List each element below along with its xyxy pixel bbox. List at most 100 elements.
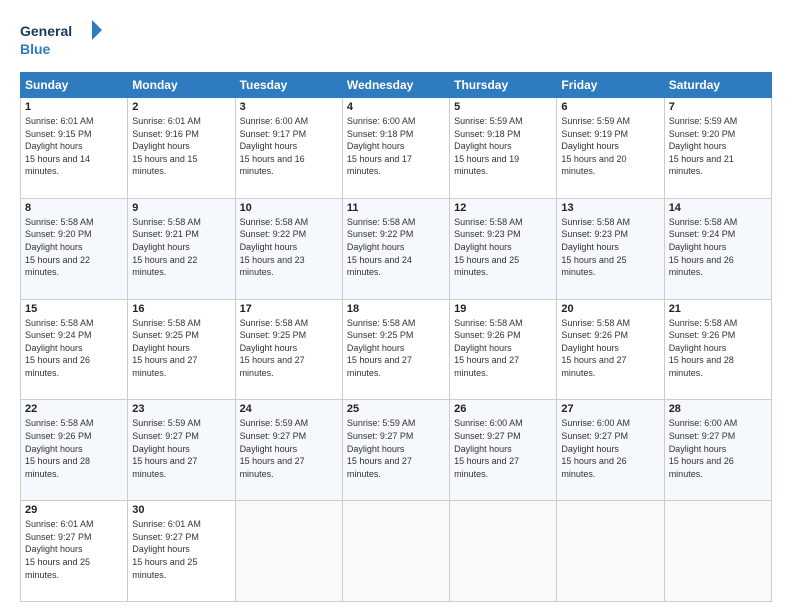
day-info: Sunrise: 6:01 AM Sunset: 9:27 PM Dayligh… bbox=[132, 518, 230, 581]
calendar-cell: 11 Sunrise: 5:58 AM Sunset: 9:22 PM Dayl… bbox=[342, 198, 449, 299]
calendar-cell: 17 Sunrise: 5:58 AM Sunset: 9:25 PM Dayl… bbox=[235, 299, 342, 400]
calendar-table: SundayMondayTuesdayWednesdayThursdayFrid… bbox=[20, 72, 772, 602]
day-number: 18 bbox=[347, 303, 445, 315]
day-number: 21 bbox=[669, 303, 767, 315]
calendar-cell: 22 Sunrise: 5:58 AM Sunset: 9:26 PM Dayl… bbox=[21, 400, 128, 501]
day-number: 16 bbox=[132, 303, 230, 315]
day-number: 27 bbox=[561, 403, 659, 415]
calendar-cell: 24 Sunrise: 5:59 AM Sunset: 9:27 PM Dayl… bbox=[235, 400, 342, 501]
calendar-cell: 16 Sunrise: 5:58 AM Sunset: 9:25 PM Dayl… bbox=[128, 299, 235, 400]
day-number: 1 bbox=[25, 101, 123, 113]
day-number: 14 bbox=[669, 202, 767, 214]
day-info: Sunrise: 6:00 AM Sunset: 9:27 PM Dayligh… bbox=[454, 417, 552, 480]
day-number: 25 bbox=[347, 403, 445, 415]
calendar-cell: 12 Sunrise: 5:58 AM Sunset: 9:23 PM Dayl… bbox=[450, 198, 557, 299]
svg-text:General: General bbox=[20, 23, 72, 39]
day-info: Sunrise: 6:01 AM Sunset: 9:15 PM Dayligh… bbox=[25, 115, 123, 178]
day-info: Sunrise: 5:59 AM Sunset: 9:20 PM Dayligh… bbox=[669, 115, 767, 178]
calendar-cell: 30 Sunrise: 6:01 AM Sunset: 9:27 PM Dayl… bbox=[128, 501, 235, 602]
day-number: 7 bbox=[669, 101, 767, 113]
calendar-cell: 21 Sunrise: 5:58 AM Sunset: 9:26 PM Dayl… bbox=[664, 299, 771, 400]
day-info: Sunrise: 5:58 AM Sunset: 9:22 PM Dayligh… bbox=[240, 216, 338, 279]
day-number: 15 bbox=[25, 303, 123, 315]
svg-text:Blue: Blue bbox=[20, 41, 51, 57]
day-number: 30 bbox=[132, 504, 230, 516]
calendar-cell: 20 Sunrise: 5:58 AM Sunset: 9:26 PM Dayl… bbox=[557, 299, 664, 400]
day-number: 22 bbox=[25, 403, 123, 415]
calendar-week-row: 1 Sunrise: 6:01 AM Sunset: 9:15 PM Dayli… bbox=[21, 98, 772, 199]
day-number: 12 bbox=[454, 202, 552, 214]
day-info: Sunrise: 5:59 AM Sunset: 9:27 PM Dayligh… bbox=[240, 417, 338, 480]
calendar-header-saturday: Saturday bbox=[664, 73, 771, 98]
calendar-cell bbox=[450, 501, 557, 602]
calendar-header-monday: Monday bbox=[128, 73, 235, 98]
day-number: 4 bbox=[347, 101, 445, 113]
day-info: Sunrise: 5:58 AM Sunset: 9:23 PM Dayligh… bbox=[454, 216, 552, 279]
calendar-header-wednesday: Wednesday bbox=[342, 73, 449, 98]
calendar-header-friday: Friday bbox=[557, 73, 664, 98]
calendar-cell: 2 Sunrise: 6:01 AM Sunset: 9:16 PM Dayli… bbox=[128, 98, 235, 199]
day-info: Sunrise: 5:58 AM Sunset: 9:25 PM Dayligh… bbox=[132, 317, 230, 380]
calendar-cell: 8 Sunrise: 5:58 AM Sunset: 9:20 PM Dayli… bbox=[21, 198, 128, 299]
day-info: Sunrise: 5:58 AM Sunset: 9:26 PM Dayligh… bbox=[25, 417, 123, 480]
day-number: 24 bbox=[240, 403, 338, 415]
calendar-cell bbox=[557, 501, 664, 602]
calendar-cell: 5 Sunrise: 5:59 AM Sunset: 9:18 PM Dayli… bbox=[450, 98, 557, 199]
day-info: Sunrise: 5:59 AM Sunset: 9:27 PM Dayligh… bbox=[347, 417, 445, 480]
calendar-cell: 23 Sunrise: 5:59 AM Sunset: 9:27 PM Dayl… bbox=[128, 400, 235, 501]
day-number: 26 bbox=[454, 403, 552, 415]
day-info: Sunrise: 6:01 AM Sunset: 9:27 PM Dayligh… bbox=[25, 518, 123, 581]
day-info: Sunrise: 5:58 AM Sunset: 9:24 PM Dayligh… bbox=[25, 317, 123, 380]
calendar-header-sunday: Sunday bbox=[21, 73, 128, 98]
day-info: Sunrise: 5:58 AM Sunset: 9:21 PM Dayligh… bbox=[132, 216, 230, 279]
calendar-cell: 19 Sunrise: 5:58 AM Sunset: 9:26 PM Dayl… bbox=[450, 299, 557, 400]
day-info: Sunrise: 6:00 AM Sunset: 9:27 PM Dayligh… bbox=[561, 417, 659, 480]
calendar-cell: 27 Sunrise: 6:00 AM Sunset: 9:27 PM Dayl… bbox=[557, 400, 664, 501]
calendar-cell: 28 Sunrise: 6:00 AM Sunset: 9:27 PM Dayl… bbox=[664, 400, 771, 501]
day-info: Sunrise: 6:00 AM Sunset: 9:18 PM Dayligh… bbox=[347, 115, 445, 178]
calendar-cell: 18 Sunrise: 5:58 AM Sunset: 9:25 PM Dayl… bbox=[342, 299, 449, 400]
calendar-cell: 1 Sunrise: 6:01 AM Sunset: 9:15 PM Dayli… bbox=[21, 98, 128, 199]
calendar-cell: 10 Sunrise: 5:58 AM Sunset: 9:22 PM Dayl… bbox=[235, 198, 342, 299]
calendar-header-thursday: Thursday bbox=[450, 73, 557, 98]
calendar-cell bbox=[664, 501, 771, 602]
day-info: Sunrise: 6:01 AM Sunset: 9:16 PM Dayligh… bbox=[132, 115, 230, 178]
calendar-cell: 9 Sunrise: 5:58 AM Sunset: 9:21 PM Dayli… bbox=[128, 198, 235, 299]
day-number: 5 bbox=[454, 101, 552, 113]
day-number: 2 bbox=[132, 101, 230, 113]
day-info: Sunrise: 5:59 AM Sunset: 9:18 PM Dayligh… bbox=[454, 115, 552, 178]
calendar-cell: 14 Sunrise: 5:58 AM Sunset: 9:24 PM Dayl… bbox=[664, 198, 771, 299]
calendar-cell: 3 Sunrise: 6:00 AM Sunset: 9:17 PM Dayli… bbox=[235, 98, 342, 199]
calendar-cell bbox=[342, 501, 449, 602]
day-number: 11 bbox=[347, 202, 445, 214]
day-number: 9 bbox=[132, 202, 230, 214]
calendar-header-row: SundayMondayTuesdayWednesdayThursdayFrid… bbox=[21, 73, 772, 98]
day-info: Sunrise: 5:58 AM Sunset: 9:25 PM Dayligh… bbox=[347, 317, 445, 380]
day-number: 6 bbox=[561, 101, 659, 113]
calendar-cell: 6 Sunrise: 5:59 AM Sunset: 9:19 PM Dayli… bbox=[557, 98, 664, 199]
calendar-week-row: 22 Sunrise: 5:58 AM Sunset: 9:26 PM Dayl… bbox=[21, 400, 772, 501]
calendar-cell: 4 Sunrise: 6:00 AM Sunset: 9:18 PM Dayli… bbox=[342, 98, 449, 199]
calendar-cell: 26 Sunrise: 6:00 AM Sunset: 9:27 PM Dayl… bbox=[450, 400, 557, 501]
header: General Blue bbox=[20, 18, 772, 62]
day-info: Sunrise: 6:00 AM Sunset: 9:17 PM Dayligh… bbox=[240, 115, 338, 178]
day-info: Sunrise: 5:58 AM Sunset: 9:25 PM Dayligh… bbox=[240, 317, 338, 380]
day-info: Sunrise: 5:58 AM Sunset: 9:23 PM Dayligh… bbox=[561, 216, 659, 279]
calendar-cell: 15 Sunrise: 5:58 AM Sunset: 9:24 PM Dayl… bbox=[21, 299, 128, 400]
day-info: Sunrise: 5:58 AM Sunset: 9:24 PM Dayligh… bbox=[669, 216, 767, 279]
day-number: 3 bbox=[240, 101, 338, 113]
day-number: 10 bbox=[240, 202, 338, 214]
day-info: Sunrise: 5:59 AM Sunset: 9:27 PM Dayligh… bbox=[132, 417, 230, 480]
day-number: 28 bbox=[669, 403, 767, 415]
day-number: 8 bbox=[25, 202, 123, 214]
day-info: Sunrise: 5:58 AM Sunset: 9:26 PM Dayligh… bbox=[669, 317, 767, 380]
logo-svg: General Blue bbox=[20, 18, 110, 62]
calendar-week-row: 29 Sunrise: 6:01 AM Sunset: 9:27 PM Dayl… bbox=[21, 501, 772, 602]
day-info: Sunrise: 5:59 AM Sunset: 9:19 PM Dayligh… bbox=[561, 115, 659, 178]
page: General Blue SundayMondayTuesdayWednesda… bbox=[0, 0, 792, 612]
calendar-cell bbox=[235, 501, 342, 602]
day-info: Sunrise: 5:58 AM Sunset: 9:22 PM Dayligh… bbox=[347, 216, 445, 279]
calendar-cell: 7 Sunrise: 5:59 AM Sunset: 9:20 PM Dayli… bbox=[664, 98, 771, 199]
calendar-week-row: 15 Sunrise: 5:58 AM Sunset: 9:24 PM Dayl… bbox=[21, 299, 772, 400]
day-number: 23 bbox=[132, 403, 230, 415]
